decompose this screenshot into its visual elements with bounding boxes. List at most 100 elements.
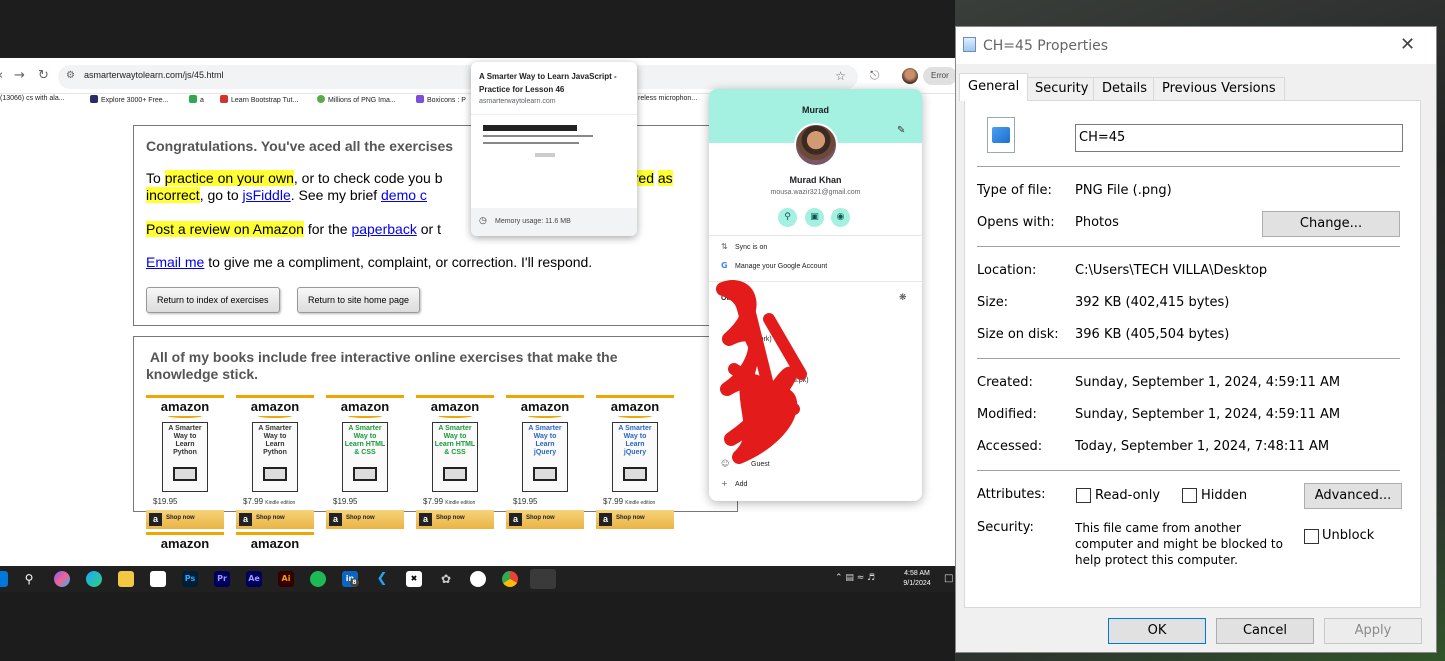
- book-card[interactable]: amazon A Smarter Way to Learn Python $7.99…: [236, 395, 314, 529]
- modified-label: Modified:: [977, 407, 1037, 422]
- chatgpt-icon[interactable]: ✿: [438, 571, 454, 587]
- chrome-active-window-icon[interactable]: [530, 569, 556, 589]
- url-text: asmarterwaytolearn.com/js/45.html: [84, 70, 224, 80]
- jsfiddle-link[interactable]: jsFiddle: [243, 187, 291, 203]
- book-card[interactable]: amazon A Smarter Way to Learn HTML & CSS $…: [326, 395, 404, 529]
- return-index-button[interactable]: Return to index of exercises: [146, 287, 280, 313]
- hidden-checkbox[interactable]: [1182, 488, 1197, 503]
- tab-security[interactable]: Security: [1026, 77, 1098, 100]
- store-icon[interactable]: [150, 571, 166, 587]
- close-icon[interactable]: ✕: [1400, 34, 1415, 55]
- laptop-icon: [623, 467, 647, 481]
- opens-with-value: Photos: [1075, 215, 1119, 230]
- addresses-pin-icon[interactable]: ◉: [831, 208, 850, 227]
- shop-now-button[interactable]: a Shop now: [326, 510, 404, 529]
- shop-now-button[interactable]: a Shop now: [236, 510, 314, 529]
- hover-card-title: A Smarter Way to Learn JavaScript - Prac…: [479, 72, 617, 94]
- taskbar-clock[interactable]: 4:58 AM 9/1/2024: [898, 569, 936, 589]
- system-tray-icons[interactable]: ⌃ ▤ ≈ ♬: [835, 573, 875, 583]
- book-title: A Smarter Way to Learn jQuery: [528, 425, 562, 456]
- book-cover: A Smarter Way to Learn Python: [252, 422, 298, 492]
- bookmark-item[interactable]: a: [189, 95, 204, 104]
- bookmark-item[interactable]: (13066) cs with ala...: [0, 95, 65, 102]
- photoshop-icon[interactable]: Ps: [182, 571, 198, 587]
- manage-account-row[interactable]: G Manage your Google Account: [721, 261, 827, 270]
- shop-now-button[interactable]: a Shop now: [596, 510, 674, 529]
- forward-icon[interactable]: →: [14, 68, 25, 83]
- illustrator-icon[interactable]: Ai: [278, 571, 294, 587]
- book-card[interactable]: amazon A Smarter Way to Learn Python $19.9…: [146, 395, 224, 529]
- back-icon[interactable]: ‹: [0, 68, 3, 83]
- notifications-icon[interactable]: □: [944, 573, 953, 584]
- chrome-icon[interactable]: [502, 571, 518, 587]
- spotify-icon[interactable]: [310, 571, 326, 587]
- address-bar[interactable]: ⚙ asmarterwaytolearn.com/js/45.html ☆: [58, 65, 858, 89]
- amazon-logo: amazon: [520, 399, 570, 414]
- edit-pencil-icon[interactable]: ✎: [897, 125, 905, 136]
- shop-now-button[interactable]: a Shop now: [416, 510, 494, 529]
- bookmark-item[interactable]: Millions of PNG Ima...: [317, 95, 396, 104]
- premiere-icon[interactable]: Pr: [214, 571, 230, 587]
- profile-avatar-button[interactable]: [902, 68, 918, 84]
- passwords-key-icon[interactable]: ⚲: [778, 208, 797, 227]
- return-home-button[interactable]: Return to site home page: [297, 287, 421, 313]
- capcut-icon[interactable]: ✖: [406, 571, 422, 587]
- tab-general[interactable]: General: [959, 73, 1029, 101]
- shop-now-button[interactable]: a Shop now: [506, 510, 584, 529]
- github-icon[interactable]: [470, 571, 486, 587]
- manage-profiles-gear-icon[interactable]: ❋: [899, 293, 907, 303]
- book-card[interactable]: amazon A Smarter Way to Learn jQuery $7.99…: [596, 395, 674, 529]
- email-me-link[interactable]: Email me: [146, 254, 204, 270]
- search-icon[interactable]: ⚲: [21, 571, 37, 587]
- book-card[interactable]: amazon A Smarter Way to Learn HTML & CSS $…: [416, 395, 494, 529]
- properties-dialog: CH=45 Properties ✕ General Security Deta…: [955, 26, 1437, 653]
- shop-now-button[interactable]: a Shop now: [146, 510, 224, 529]
- start-icon[interactable]: [0, 571, 8, 587]
- paperback-link[interactable]: paperback: [351, 221, 416, 237]
- bookmark-item[interactable]: Explore 3000+ Free...: [90, 95, 169, 104]
- bookmark-item[interactable]: Boxicons : P: [416, 95, 466, 104]
- readonly-checkbox[interactable]: [1076, 488, 1091, 503]
- file-explorer-icon[interactable]: [118, 571, 134, 587]
- sync-row[interactable]: ⇅ Sync is on: [721, 242, 767, 251]
- reload-icon[interactable]: ↻: [38, 68, 49, 83]
- laptop-icon: [353, 467, 377, 481]
- change-button[interactable]: Change...: [1262, 211, 1400, 237]
- bookmark-item[interactable]: reless microphon...: [638, 95, 697, 102]
- bookmark-star-icon[interactable]: ☆: [835, 69, 846, 83]
- bookmark-item[interactable]: Learn Bootstrap Tut...: [220, 95, 298, 104]
- advanced-button[interactable]: Advanced...: [1304, 483, 1402, 509]
- guest-icon: ☺: [721, 459, 730, 468]
- guest-row[interactable]: ☺ Guest: [721, 459, 770, 468]
- book-card-partial[interactable]: amazon: [146, 532, 224, 566]
- error-chip[interactable]: Error: [923, 67, 955, 85]
- book-cover: A Smarter Way to Learn HTML & CSS: [432, 422, 478, 492]
- filename-field[interactable]: CH=45: [1075, 124, 1403, 152]
- site-info-icon[interactable]: ⚙: [66, 70, 80, 84]
- cancel-button[interactable]: Cancel: [1216, 618, 1314, 644]
- book-price: $7.99 Kindle edition: [603, 497, 656, 506]
- location-label: Location:: [977, 263, 1037, 278]
- book-card[interactable]: amazon A Smarter Way to Learn jQuery $19.9…: [506, 395, 584, 529]
- apply-button[interactable]: Apply: [1324, 618, 1422, 644]
- modified-value: Sunday, September 1, 2024, 4:59:11 AM: [1075, 407, 1341, 422]
- after-effects-icon[interactable]: Ae: [246, 571, 262, 587]
- payment-card-icon[interactable]: ▣: [805, 208, 824, 227]
- edge-icon[interactable]: [86, 571, 102, 587]
- tab-details[interactable]: Details: [1093, 77, 1157, 100]
- copilot-icon[interactable]: [54, 571, 70, 587]
- book-card-partial[interactable]: amazon: [236, 532, 314, 566]
- add-profile-row[interactable]: + Add: [721, 479, 747, 488]
- amazon-logo: amazon: [160, 399, 210, 414]
- ok-button[interactable]: OK: [1108, 618, 1206, 644]
- size-label: Size:: [977, 295, 1009, 310]
- demo-link[interactable]: demo c: [381, 187, 427, 203]
- amazon-logo: amazon: [160, 536, 210, 551]
- amazon-a-icon: a: [599, 513, 612, 526]
- vscode-icon[interactable]: ❮: [374, 571, 390, 587]
- extensions-icon[interactable]: ⎋: [870, 68, 880, 83]
- divider: [977, 470, 1400, 471]
- size-on-disk-label: Size on disk:: [977, 327, 1059, 342]
- unblock-checkbox[interactable]: [1304, 529, 1319, 544]
- tab-previous-versions[interactable]: Previous Versions: [1153, 77, 1285, 100]
